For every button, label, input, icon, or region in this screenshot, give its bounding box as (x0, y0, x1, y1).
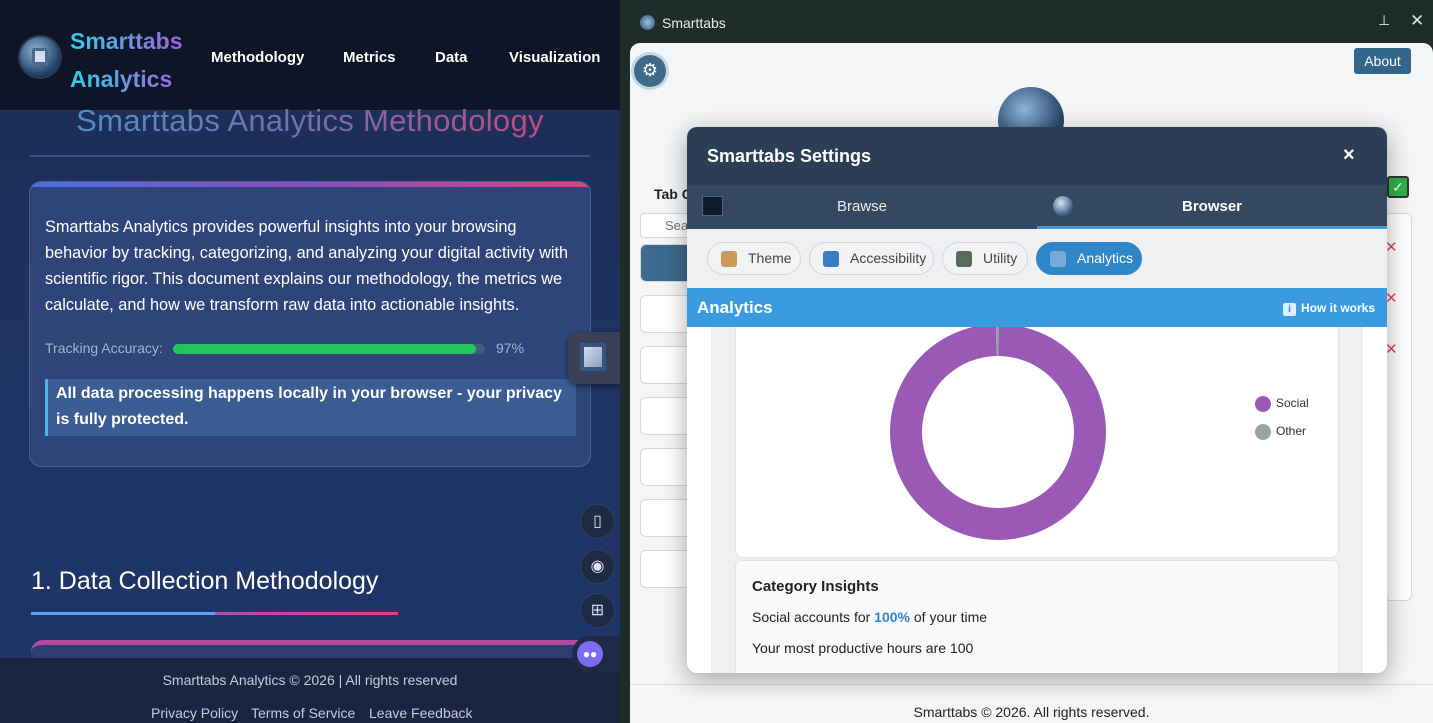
nav-visualization[interactable]: Visualization (509, 49, 600, 66)
insight-share: Social accounts for 100% of your time (752, 609, 987, 625)
legend-label-social: Social (1276, 396, 1309, 411)
subtabs: Theme Accessibility Utility Analytics (687, 229, 1387, 288)
subtab-accessibility-label: Accessibility (850, 250, 927, 266)
nav-data[interactable]: Data (435, 49, 468, 66)
bar-chart-icon (1050, 251, 1066, 267)
insight-percent: 100% (874, 609, 910, 625)
analytics-scroll-area[interactable]: Social Other Category Insights Social ac… (711, 327, 1363, 673)
subtab-theme-label: Theme (748, 250, 792, 266)
nav-metrics[interactable]: Metrics (343, 49, 396, 66)
analytics-title: Analytics (697, 298, 773, 317)
info-icon: i (1283, 303, 1296, 316)
site-header: Smarttabs Analytics Methodology Metrics … (0, 0, 620, 111)
utility-icon (956, 251, 972, 267)
legend-swatch-social (1255, 396, 1271, 412)
insight-productive: Your most productive hours are 100 (752, 640, 974, 656)
settings-modal: Smarttabs Settings × Brawse Browser Them… (687, 127, 1387, 673)
privacy-policy-link[interactable]: Privacy Policy (151, 705, 238, 721)
terms-link[interactable]: Terms of Service (251, 705, 355, 721)
intro-card: Smarttabs Analytics provides powerful in… (29, 181, 591, 467)
globe-icon (1053, 196, 1073, 216)
right-panel (1384, 213, 1412, 601)
insights-title: Category Insights (752, 578, 879, 595)
accessibility-icon (823, 251, 839, 267)
legend-item: Social (1255, 396, 1309, 412)
legend-label-other: Other (1276, 424, 1307, 439)
website-panel: Smarttabs Analytics Methodology Metrics … (0, 0, 620, 723)
category-insights: Category Insights Social accounts for 10… (735, 560, 1339, 673)
title-divider (30, 155, 590, 157)
how-it-works-label: How it works (1301, 301, 1376, 315)
subtab-analytics[interactable]: Analytics (1036, 242, 1142, 275)
bot-icon: ●● (577, 641, 603, 667)
pin-icon[interactable]: ⊥ (1378, 12, 1390, 29)
subtab-accessibility[interactable]: Accessibility (809, 242, 934, 275)
insight-prefix: Social accounts for (752, 609, 875, 625)
privacy-note: All data processing happens locally in y… (45, 379, 576, 436)
window-close-icon[interactable]: ✕ (1410, 11, 1424, 31)
broadcast-icon[interactable]: ◉ (580, 549, 615, 584)
app-footer: Smarttabs © 2026. All rights reserved. (630, 684, 1433, 723)
about-button[interactable]: About (1354, 48, 1411, 74)
brand-name[interactable]: Smarttabs Analytics (70, 22, 200, 98)
window-title: Smarttabs (662, 15, 726, 31)
accuracy-bar (173, 344, 485, 354)
legend-item: Other (1255, 424, 1306, 440)
legend-swatch-other (1255, 424, 1271, 440)
accuracy-label: Tracking Accuracy: (45, 340, 163, 356)
extension-float-icon[interactable] (568, 332, 620, 384)
app-icon (640, 15, 655, 30)
modal-title: Smarttabs Settings (707, 146, 872, 166)
nav-methodology[interactable]: Methodology (211, 49, 304, 66)
chart-card: Social Other (735, 327, 1339, 558)
card-accent-bar (30, 182, 590, 187)
brand-logo[interactable] (20, 37, 60, 77)
modal-close-button[interactable]: × (1343, 144, 1355, 167)
feedback-link[interactable]: Leave Feedback (369, 705, 473, 721)
modal-header: Smarttabs Settings × (687, 127, 1387, 185)
subtab-utility-label: Utility (983, 250, 1018, 266)
grid-icon[interactable]: ⊞ (580, 593, 615, 628)
section-title: 1. Data Collection Methodology (31, 567, 379, 595)
subtab-theme[interactable]: Theme (707, 242, 801, 275)
page-title: Smarttabs Analytics Methodology (0, 103, 620, 139)
tab-brawse[interactable]: Brawse (687, 185, 1037, 229)
subtab-analytics-label: Analytics (1077, 250, 1134, 266)
how-it-works-button[interactable]: i How it works (1283, 301, 1375, 316)
intro-text: Smarttabs Analytics provides powerful in… (45, 218, 569, 314)
browse-icon (702, 196, 723, 216)
checkbox-icon[interactable]: ✓ (1387, 176, 1409, 198)
tab-browser[interactable]: Browser (1037, 185, 1387, 229)
pie-slice-social[interactable] (890, 327, 1106, 540)
section-underline-accent (31, 612, 215, 615)
accuracy-bar-fill (173, 344, 476, 354)
gear-icon[interactable]: ⚙ (634, 55, 666, 87)
book-icon[interactable]: ▯ (580, 504, 615, 539)
modal-tabs: Brawse Browser (687, 185, 1387, 229)
bot-button[interactable]: ●● (572, 636, 620, 672)
footer-copyright: Smarttabs Analytics © 2026 | All rights … (162, 672, 458, 688)
analytics-bar: Analytics i How it works (687, 288, 1387, 327)
insight-suffix: of your time (909, 609, 988, 625)
window-titlebar: Smarttabs ⊥ ✕ (630, 0, 1433, 43)
accuracy-value: 97% (496, 340, 525, 356)
donut-chart (890, 327, 1106, 540)
subtab-utility[interactable]: Utility (942, 242, 1028, 275)
palette-icon (721, 251, 737, 267)
